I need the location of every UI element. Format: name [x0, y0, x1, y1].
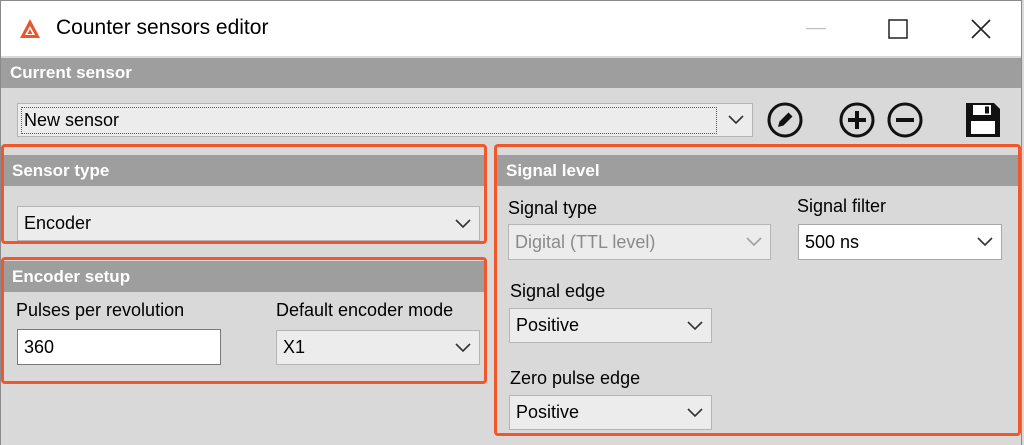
add-icon [839, 102, 875, 138]
add-sensor-button[interactable] [838, 101, 876, 139]
window-border-left [0, 56, 1, 445]
signal-level-highlight [494, 144, 1021, 436]
maximize-button[interactable] [869, 1, 927, 57]
minimize-button[interactable] [787, 1, 845, 57]
edit-sensor-button[interactable] [766, 101, 804, 139]
app-logo-icon [20, 19, 40, 38]
save-icon [966, 103, 1000, 137]
close-button[interactable] [952, 1, 1010, 57]
remove-icon [887, 102, 923, 138]
minimize-icon [806, 28, 826, 30]
window-border-right [1021, 56, 1022, 445]
remove-sensor-button[interactable] [886, 101, 924, 139]
maximize-icon [888, 19, 908, 39]
current-sensor-value: New sensor [21, 106, 717, 134]
save-sensor-button[interactable] [964, 101, 1002, 139]
current-sensor-select[interactable]: New sensor [17, 103, 753, 137]
window-title: Counter sensors editor [56, 16, 269, 39]
edit-icon [767, 102, 803, 138]
close-icon [971, 19, 991, 39]
current-sensor-header: Current sensor [1, 58, 1021, 88]
title-bar: Counter sensors editor [0, 0, 1022, 56]
chevron-down-icon [728, 115, 744, 125]
encoder-setup-highlight [1, 257, 487, 384]
sensor-type-highlight [1, 144, 487, 244]
